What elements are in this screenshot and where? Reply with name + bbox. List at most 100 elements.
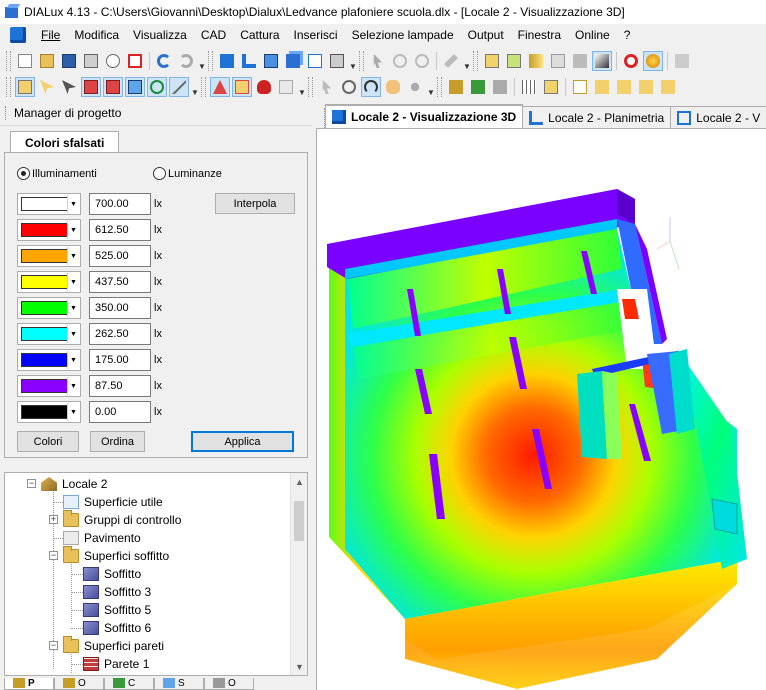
toolbar-grip[interactable] xyxy=(6,51,11,71)
chevron-down-icon[interactable]: ▼ xyxy=(67,299,79,317)
view4-icon[interactable] xyxy=(637,78,655,96)
interpola-button[interactable]: Interpola xyxy=(215,193,295,214)
move-icon[interactable] xyxy=(81,77,101,97)
menu-visualizza[interactable]: Visualizza xyxy=(126,25,194,45)
tree-item-superfici-soffitto[interactable]: Superfici soffitto xyxy=(63,546,169,565)
tab-colori-sfalsati[interactable]: Colori sfalsati xyxy=(10,131,120,153)
menu-cad[interactable]: CAD xyxy=(194,25,233,45)
menu-inserisci[interactable]: Inserisci xyxy=(287,25,345,45)
object2-icon[interactable] xyxy=(505,52,523,70)
level-value-input[interactable]: 262.50 xyxy=(89,323,151,345)
cube-icon[interactable] xyxy=(218,52,236,70)
undo-icon[interactable] xyxy=(155,52,173,70)
color-picker[interactable]: ▼ xyxy=(17,401,81,423)
level-value-input[interactable]: 87.50 xyxy=(89,375,151,397)
tree-item-soffitto[interactable]: Soffitto xyxy=(83,565,141,583)
new-file-icon[interactable] xyxy=(16,52,34,70)
menu-online[interactable]: Online xyxy=(568,25,617,45)
expand-icon[interactable]: + xyxy=(49,515,58,524)
arrow-pencil-icon[interactable] xyxy=(673,52,691,70)
select-icon[interactable] xyxy=(15,77,35,97)
dxf-icon[interactable] xyxy=(277,78,295,96)
chevron-down-icon[interactable]: ▼ xyxy=(67,403,79,421)
level-value-input[interactable]: 350.00 xyxy=(89,297,151,319)
collapse-icon[interactable]: − xyxy=(49,551,58,560)
camera-view-icon[interactable] xyxy=(328,52,346,70)
color-picker[interactable]: ▼ xyxy=(17,219,81,241)
rotate-obj-icon[interactable] xyxy=(103,77,123,97)
view5-icon[interactable] xyxy=(659,78,677,96)
tree-item-soffitto-5[interactable]: Soffitto 5 xyxy=(83,601,151,619)
box-icon[interactable] xyxy=(447,78,465,96)
luminaire-icon[interactable] xyxy=(527,52,545,70)
flame-icon[interactable] xyxy=(255,78,273,96)
orbit-icon[interactable] xyxy=(361,77,381,97)
tree-item-gruppi-di-controllo[interactable]: Gruppi di controllo xyxy=(63,510,181,529)
tree-item-soffitto-3[interactable]: Soffitto 3 xyxy=(83,583,151,601)
tree-item-parete-1[interactable]: Parete 1 xyxy=(83,655,149,673)
chevron-down-icon[interactable]: ▼ xyxy=(67,351,79,369)
tab-view-3[interactable]: Locale 2 - V xyxy=(670,106,766,128)
tab-output[interactable]: O xyxy=(204,678,254,690)
chevron-down-icon[interactable]: ▼ xyxy=(67,273,79,291)
chevron-down-icon[interactable]: ▼ xyxy=(67,325,79,343)
scroll-thumb[interactable] xyxy=(294,501,304,541)
menu-help[interactable]: ? xyxy=(617,25,638,45)
scroll-up-icon[interactable]: ▲ xyxy=(291,473,307,490)
tab-luminaires[interactable]: S xyxy=(154,678,204,690)
tab-colors[interactable]: C xyxy=(104,678,154,690)
applica-button[interactable]: Applica xyxy=(191,431,294,452)
radio-luminanze-button[interactable] xyxy=(153,167,166,180)
material-icon[interactable] xyxy=(571,52,589,70)
scroll-down-icon[interactable]: ▼ xyxy=(291,658,307,675)
walk-icon[interactable] xyxy=(406,78,424,96)
radio-luminanze[interactable]: Luminanze xyxy=(153,167,222,180)
grid-icon[interactable] xyxy=(520,78,538,96)
calc-icon[interactable] xyxy=(210,77,230,97)
collapse-icon[interactable]: − xyxy=(49,641,58,650)
render-icon[interactable] xyxy=(622,52,640,70)
view2-icon[interactable] xyxy=(593,78,611,96)
menu-modifica[interactable]: Modifica xyxy=(67,25,126,45)
color-picker[interactable]: ▼ xyxy=(17,323,81,345)
box-stack-icon[interactable] xyxy=(284,52,302,70)
menu-finestra[interactable]: Finestra xyxy=(511,25,568,45)
level-value-input[interactable]: 0.00 xyxy=(89,401,151,423)
chevron-down-icon[interactable]: ▼ xyxy=(67,377,79,395)
select3-icon[interactable] xyxy=(60,78,78,96)
tag-icon[interactable] xyxy=(469,78,487,96)
radio-illuminamenti[interactable]: Illuminamenti xyxy=(17,167,97,180)
radio-illuminamenti-button[interactable] xyxy=(17,167,30,180)
pointer-icon[interactable] xyxy=(369,52,387,70)
leaf-icon[interactable] xyxy=(491,78,509,96)
zoom-icon[interactable] xyxy=(147,77,167,97)
tree-item-locale-2[interactable]: Locale 2 xyxy=(41,475,107,493)
print-icon[interactable] xyxy=(82,52,100,70)
level-value-input[interactable]: 437.50 xyxy=(89,271,151,293)
color-picker[interactable]: ▼ xyxy=(17,375,81,397)
color-picker[interactable]: ▼ xyxy=(17,271,81,293)
raytrace-icon[interactable] xyxy=(643,51,663,71)
tab-visualizzazione-3d[interactable]: Locale 2 - Visualizzazione 3D xyxy=(325,104,524,128)
hand-icon[interactable] xyxy=(384,78,402,96)
pdf-icon[interactable] xyxy=(126,52,144,70)
warning-icon[interactable] xyxy=(232,77,252,97)
open-folder-icon[interactable] xyxy=(38,52,56,70)
level-value-input[interactable]: 525.00 xyxy=(89,245,151,267)
eye-icon[interactable] xyxy=(592,51,612,71)
view-icon[interactable] xyxy=(571,78,589,96)
tab-objects[interactable]: O xyxy=(54,678,104,690)
tree-item-superficie-utile[interactable]: Superficie utile xyxy=(63,493,163,511)
magnifier-icon[interactable] xyxy=(340,78,358,96)
wrench-icon[interactable] xyxy=(442,52,460,70)
room-cube-icon[interactable] xyxy=(262,52,280,70)
level-value-input[interactable]: 612.50 xyxy=(89,219,151,241)
texture-icon[interactable] xyxy=(549,52,567,70)
measure-icon[interactable] xyxy=(169,77,189,97)
view3-icon[interactable] xyxy=(615,78,633,96)
tab-project[interactable]: P xyxy=(4,678,54,690)
level-value-input[interactable]: 700.00 xyxy=(89,193,151,215)
color-picker[interactable]: ▼ xyxy=(17,349,81,371)
copy-view-icon[interactable] xyxy=(306,52,324,70)
level-value-input[interactable]: 175.00 xyxy=(89,349,151,371)
